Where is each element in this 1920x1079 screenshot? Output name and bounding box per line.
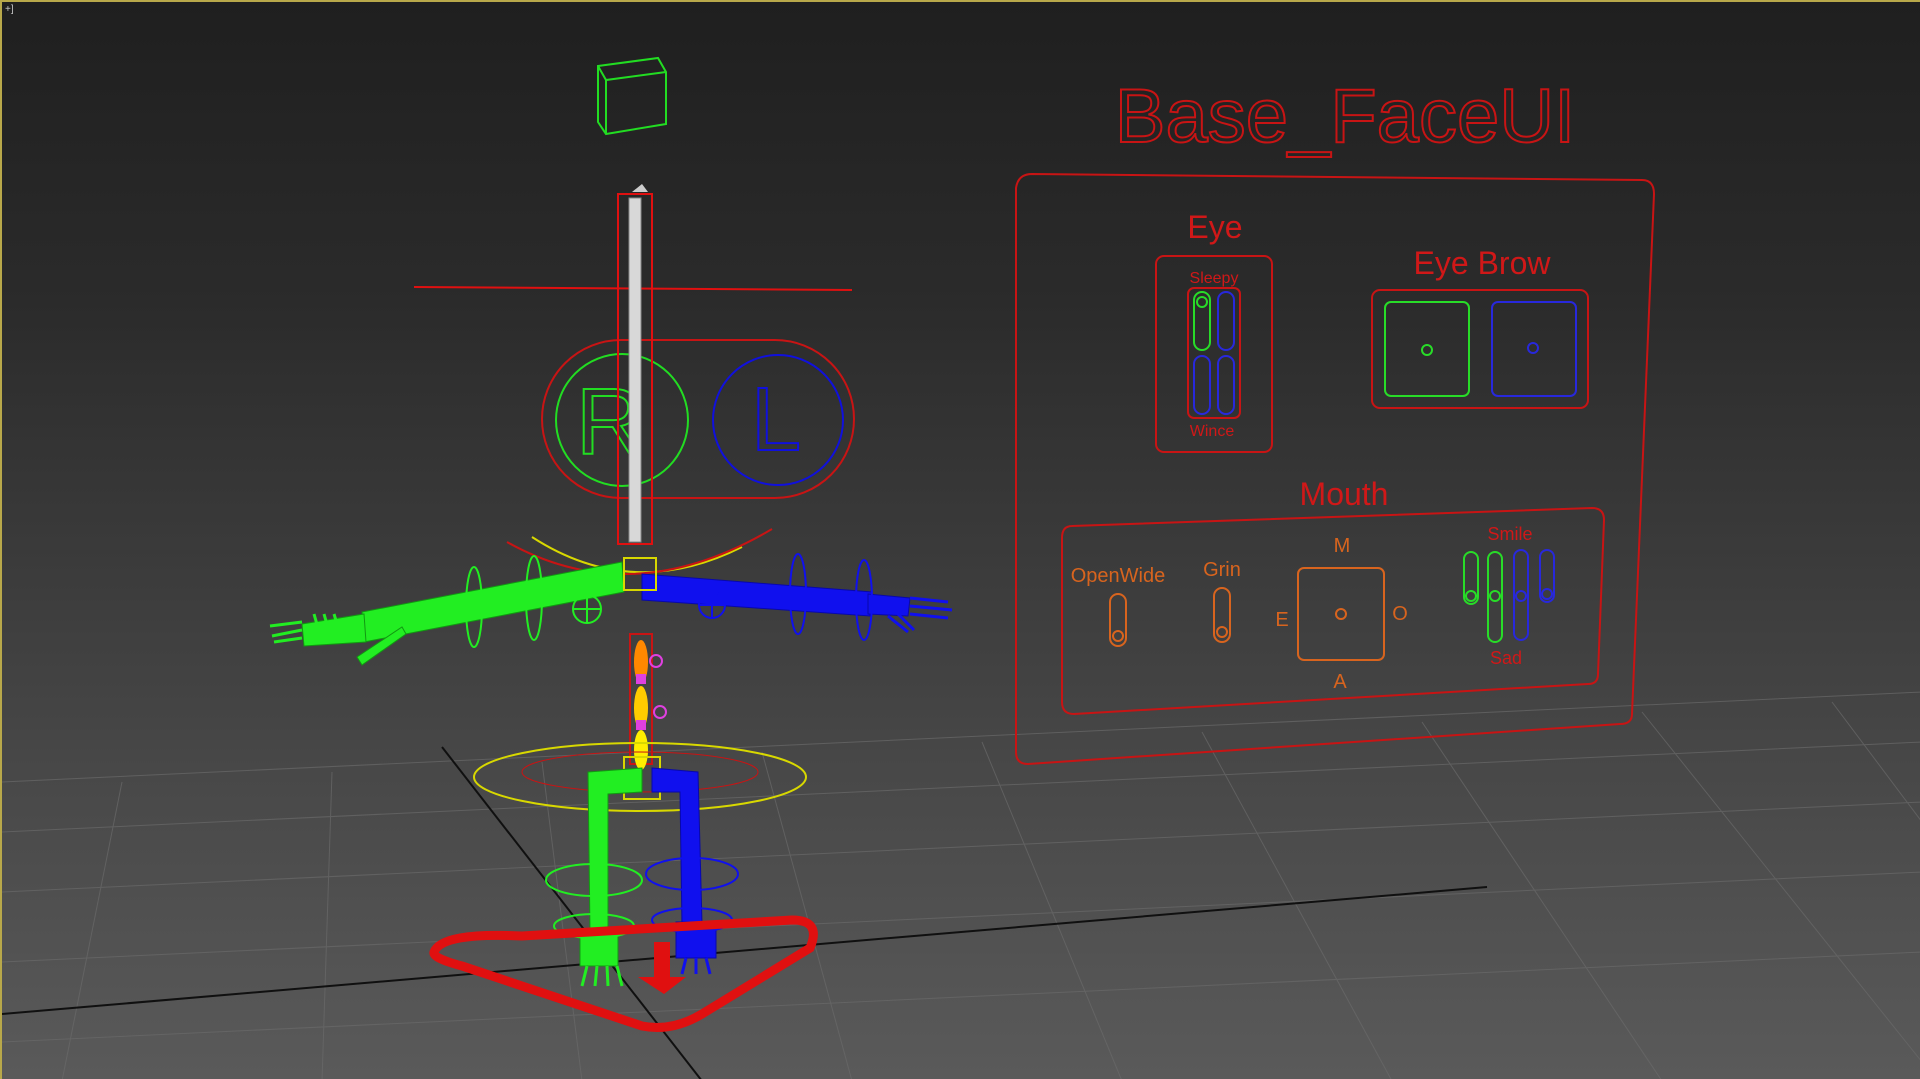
mouth-sad-label: Sad — [1490, 648, 1522, 668]
eye-sleepy-label: Sleepy — [1190, 270, 1239, 287]
eye-left-slider-bottom[interactable] — [1217, 355, 1235, 415]
mouth-smile-label: Smile — [1487, 524, 1532, 544]
eyebrow-label: Eye Brow — [1414, 245, 1552, 281]
mouth-label: Mouth — [1300, 476, 1389, 512]
mouth-phoneme-pad[interactable] — [1297, 567, 1385, 661]
neck-head-bone[interactable] — [617, 184, 653, 545]
left-arm-bones[interactable] — [641, 573, 911, 617]
eyebrow-control-group[interactable]: Eye Brow — [1371, 245, 1589, 409]
right-leg-bones[interactable] — [579, 767, 643, 987]
character-rig[interactable]: R L — [269, 56, 953, 1032]
mouth-control-group[interactable]: Mouth OpenWide Grin M E O A Smile Sad — [1061, 476, 1606, 716]
eye-wince-label: Wince — [1190, 423, 1235, 440]
mouth-phoneme-a: A — [1333, 671, 1347, 693]
eye-left-slider-top[interactable] — [1217, 291, 1235, 351]
right-arm-bones[interactable] — [301, 561, 625, 666]
mouth-phoneme-o: O — [1392, 603, 1408, 625]
root-control[interactable] — [429, 915, 818, 1032]
eye-right-slider-bottom[interactable] — [1193, 355, 1211, 415]
mouth-openwide-slider[interactable] — [1109, 593, 1127, 647]
mouth-phoneme-m: M — [1334, 535, 1351, 557]
face-ui-panel[interactable]: Base_FaceUI Eye Sleepy Wince Eye Brow Mo… — [1015, 73, 1656, 766]
eye-target-left-label: L — [751, 370, 801, 470]
eyebrow-right-pad[interactable] — [1384, 301, 1470, 397]
ground-grid — [2, 691, 1920, 1079]
viewport-scene[interactable]: R L Base_FaceUI Eye Sleepy Wince Eye Bro… — [2, 2, 1920, 1079]
head-control-cube[interactable] — [597, 56, 667, 136]
eyebrow-left-pad[interactable] — [1491, 301, 1577, 397]
mouth-grin-label: Grin — [1203, 559, 1241, 581]
mouth-phoneme-e: E — [1275, 609, 1288, 631]
eye-control-group[interactable]: Eye Sleepy Wince — [1155, 209, 1273, 453]
3d-viewport[interactable]: +] R L Base_FaceUI Eye Sleepy Wince Eye … — [0, 0, 1920, 1079]
eye-targets-frame[interactable]: R L — [541, 339, 855, 499]
mouth-openwide-label: OpenWide — [1071, 565, 1166, 587]
eye-label: Eye — [1187, 209, 1242, 245]
face-ui-title: Base_FaceUI — [1115, 74, 1575, 159]
